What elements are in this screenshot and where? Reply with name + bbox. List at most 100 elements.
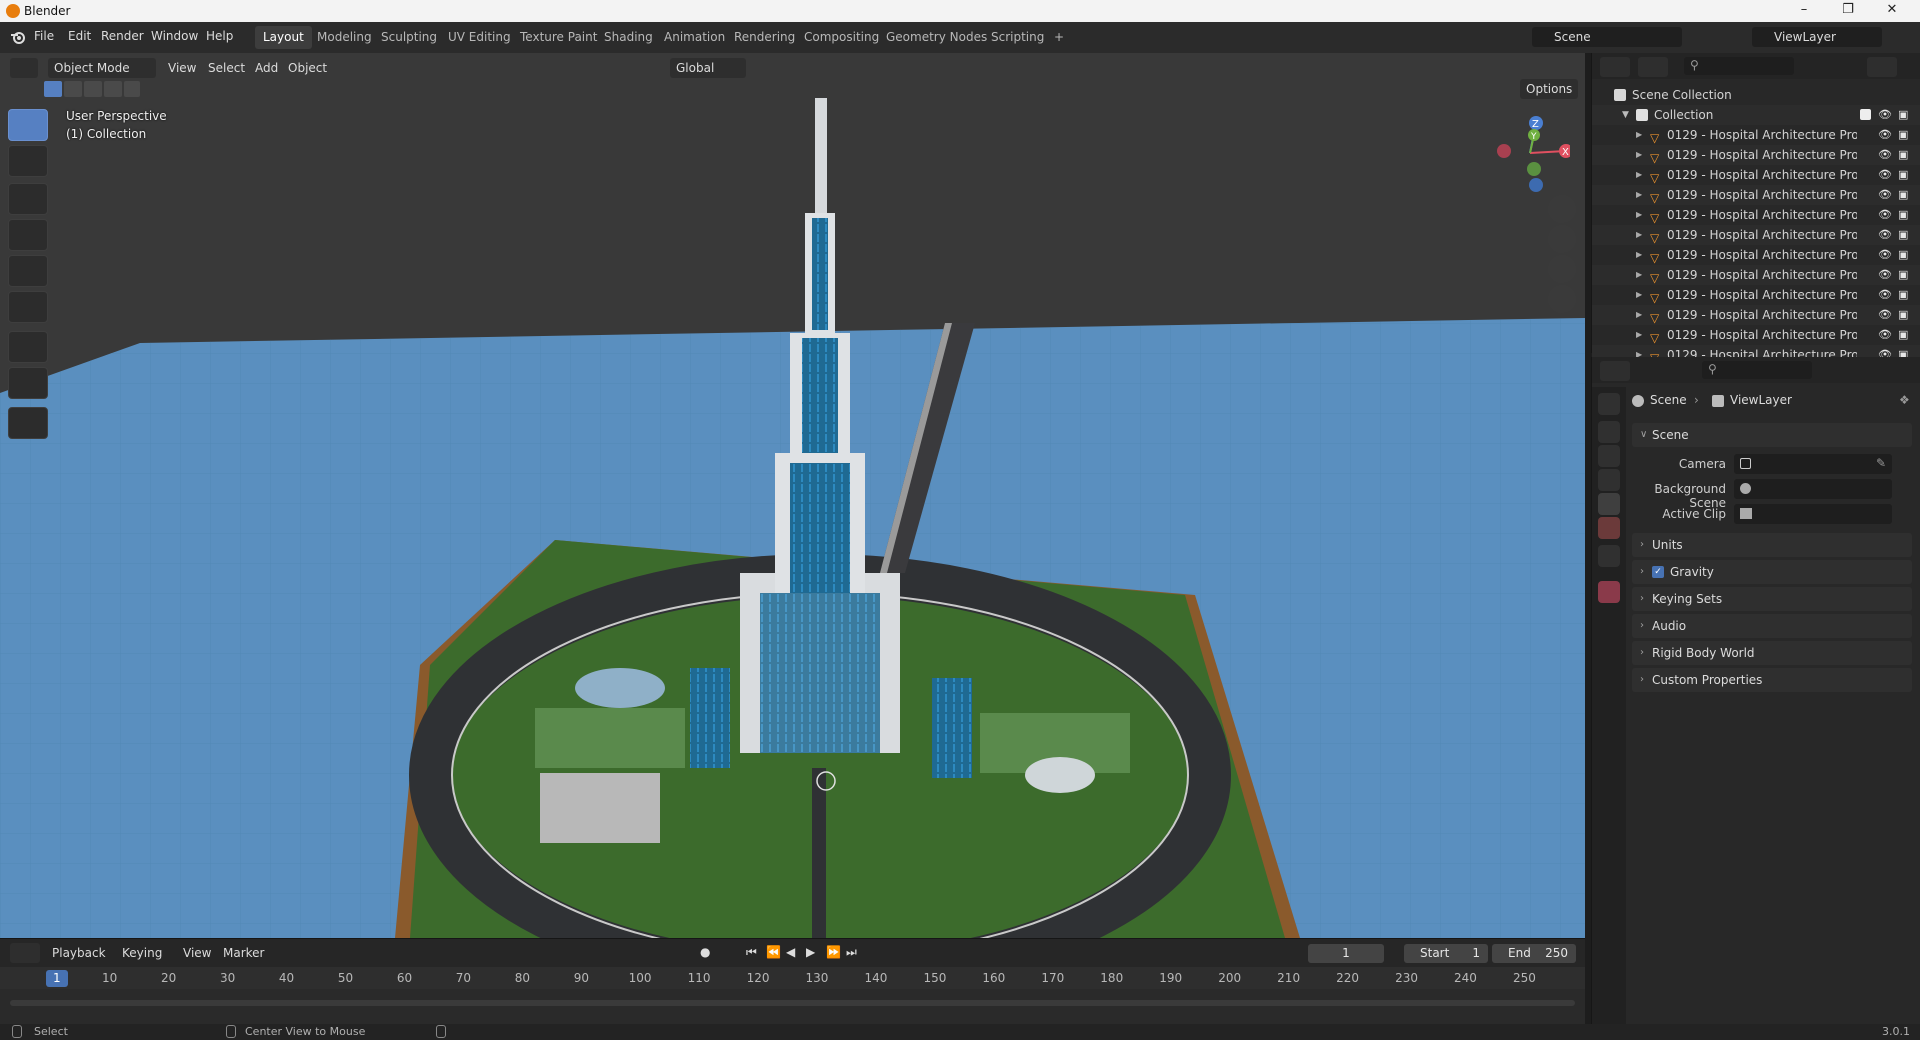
play-icon[interactable]: ▶ (806, 945, 815, 959)
eye-icon[interactable]: 👁 (1878, 129, 1892, 141)
tab-geometry-nodes[interactable]: Geometry Nodes (878, 26, 995, 49)
add-workspace-button[interactable]: + (1046, 26, 1072, 49)
camera-icon[interactable]: ▣ (1898, 109, 1910, 121)
camera-icon[interactable]: ▣ (1898, 189, 1910, 201)
outliner-item[interactable]: ▶▽0129 - Hospital Architecture Project👁▣ (1592, 205, 1920, 225)
tab-compositing[interactable]: Compositing (796, 26, 887, 49)
outliner-item[interactable]: ▶▽0129 - Hospital Architecture Project👁▣ (1592, 225, 1920, 245)
outliner-item[interactable]: ▶▽0129 - Hospital Architecture Project👁▣ (1592, 305, 1920, 325)
3d-viewport[interactable]: Object Mode View Select Add Object Globa… (0, 53, 1585, 938)
tab-shading[interactable]: Shading (596, 26, 661, 49)
viewport-menu-select[interactable]: Select (208, 61, 245, 75)
outliner-item[interactable]: ▶▽0129 - Hospital Architecture Project👁▣ (1592, 245, 1920, 265)
timeline-scrollbar[interactable] (10, 1000, 1575, 1006)
properties-panel[interactable]: ⚲ Scene › ViewLayer ❖ ∨ Scene Camera ✎ B… (1591, 357, 1920, 1024)
tab-texture-paint[interactable]: Texture Paint (512, 26, 605, 49)
tab-modeling[interactable]: Modeling (309, 26, 380, 49)
tool-tab-icon[interactable] (1598, 393, 1620, 415)
record-icon[interactable]: ● (700, 945, 710, 959)
expand-icon[interactable]: ▶ (1636, 165, 1642, 185)
camera-view-icon[interactable] (1548, 255, 1576, 283)
eyedropper-icon[interactable]: ✎ (1876, 456, 1886, 470)
select-box-tool[interactable] (8, 109, 48, 141)
next-keyframe-icon[interactable]: ⏩ (826, 945, 841, 959)
background-scene-field[interactable] (1734, 479, 1892, 499)
zoom-view-icon[interactable] (1548, 195, 1576, 223)
menu-edit[interactable]: Edit (68, 29, 91, 43)
collapse-icon[interactable]: ▼ (1622, 105, 1629, 125)
eye-icon[interactable]: 👁 (1878, 109, 1892, 121)
navigation-gizmo[interactable]: Z X Y (1490, 113, 1570, 193)
pan-view-icon[interactable] (1548, 225, 1576, 253)
audio-panel-header[interactable]: › Audio (1632, 614, 1912, 638)
viewport-menu-add[interactable]: Add (255, 61, 278, 75)
eye-icon[interactable]: 👁 (1878, 249, 1892, 261)
scene-tab-icon[interactable] (1598, 493, 1620, 515)
start-frame-field[interactable]: Start 1 (1404, 944, 1488, 963)
timeline-menu-playback[interactable]: Playback (52, 946, 106, 960)
world-tab-icon[interactable] (1598, 517, 1620, 539)
texture-tab-icon[interactable] (1598, 581, 1620, 603)
outliner-item[interactable]: ▶▽0129 - Hospital Architecture Project👁▣ (1592, 285, 1920, 305)
outliner-item[interactable]: ▶▽0129 - Hospital Architecture Project👁▣ (1592, 185, 1920, 205)
minimize-button[interactable]: – (1784, 2, 1824, 20)
close-button[interactable]: ✕ (1872, 2, 1912, 20)
expand-icon[interactable]: ▶ (1636, 145, 1642, 165)
filter-icon[interactable] (1867, 57, 1897, 77)
collection-row[interactable]: ▼ Collection 👁 ▣ (1592, 105, 1920, 125)
timeline-editor[interactable]: Playback Keying View Marker ● ⏮ ⏪ ◀ ▶ ⏩ … (0, 938, 1585, 1024)
camera-icon[interactable]: ▣ (1898, 149, 1910, 161)
eye-icon[interactable]: 👁 (1878, 309, 1892, 321)
expand-icon[interactable]: ▶ (1636, 125, 1642, 145)
rigid-body-world-panel-header[interactable]: › Rigid Body World (1632, 641, 1912, 665)
tab-uv-editing[interactable]: UV Editing (440, 26, 519, 49)
camera-icon[interactable]: ▣ (1898, 129, 1910, 141)
options-dropdown[interactable]: Options (1520, 79, 1578, 99)
jump-start-icon[interactable]: ⏮ (746, 945, 757, 960)
display-mode-icon[interactable] (1638, 57, 1668, 77)
editor-type-icon[interactable] (10, 58, 38, 78)
end-frame-field[interactable]: End 250 (1492, 944, 1576, 963)
current-frame-field[interactable]: 1 (1308, 944, 1384, 963)
gravity-panel-header[interactable]: › ✓ Gravity (1632, 560, 1912, 584)
viewlayer-selector[interactable]: ViewLayer (1752, 27, 1882, 47)
jump-end-icon[interactable]: ⏭ (846, 945, 857, 960)
checkbox-icon[interactable] (1860, 109, 1871, 120)
eye-icon[interactable]: 👁 (1878, 289, 1892, 301)
custom-properties-panel-header[interactable]: › Custom Properties (1632, 668, 1912, 692)
expand-icon[interactable]: ▶ (1636, 205, 1642, 225)
expand-icon[interactable]: ▶ (1636, 305, 1642, 325)
transform-orientation-dropdown[interactable]: Global (670, 58, 746, 78)
move-tool[interactable] (8, 183, 48, 215)
expand-icon[interactable]: ▶ (1636, 245, 1642, 265)
menu-window[interactable]: Window (151, 29, 198, 43)
view-layer-tab-icon[interactable] (1598, 469, 1620, 491)
cursor-tool[interactable] (8, 145, 48, 177)
scene-collection-row[interactable]: Scene Collection (1592, 85, 1920, 105)
timeline-menu-view[interactable]: View (183, 946, 211, 960)
eye-icon[interactable]: 👁 (1878, 209, 1892, 221)
eye-icon[interactable]: 👁 (1878, 329, 1892, 341)
camera-icon[interactable]: ▣ (1898, 169, 1910, 181)
camera-field[interactable]: ✎ (1734, 454, 1892, 474)
annotate-tool[interactable] (8, 331, 48, 363)
menu-file[interactable]: File (34, 29, 54, 43)
expand-icon[interactable]: ▶ (1636, 225, 1642, 245)
expand-icon[interactable]: ▶ (1636, 185, 1642, 205)
camera-icon[interactable]: ▣ (1898, 309, 1910, 321)
collection-tab-icon[interactable] (1598, 545, 1620, 567)
measure-tool[interactable] (8, 367, 48, 399)
eye-icon[interactable]: 👁 (1878, 229, 1892, 241)
outliner-item[interactable]: ▶▽0129 - Hospital Architecture Project👁▣ (1592, 325, 1920, 345)
eye-icon[interactable]: 👁 (1878, 149, 1892, 161)
tab-animation[interactable]: Animation (656, 26, 733, 49)
expand-icon[interactable]: ▶ (1636, 265, 1642, 285)
pin-icon[interactable]: ❖ (1899, 393, 1910, 407)
active-clip-field[interactable] (1734, 504, 1892, 524)
gravity-checkbox[interactable]: ✓ (1652, 566, 1664, 578)
eye-icon[interactable]: 👁 (1878, 169, 1892, 181)
outliner-item[interactable]: ▶▽0129 - Hospital Architecture Project👁▣ (1592, 145, 1920, 165)
outliner-search-input[interactable]: ⚲ (1684, 57, 1794, 75)
output-tab-icon[interactable] (1598, 445, 1620, 467)
timeline-editor-type-icon[interactable] (10, 943, 40, 963)
